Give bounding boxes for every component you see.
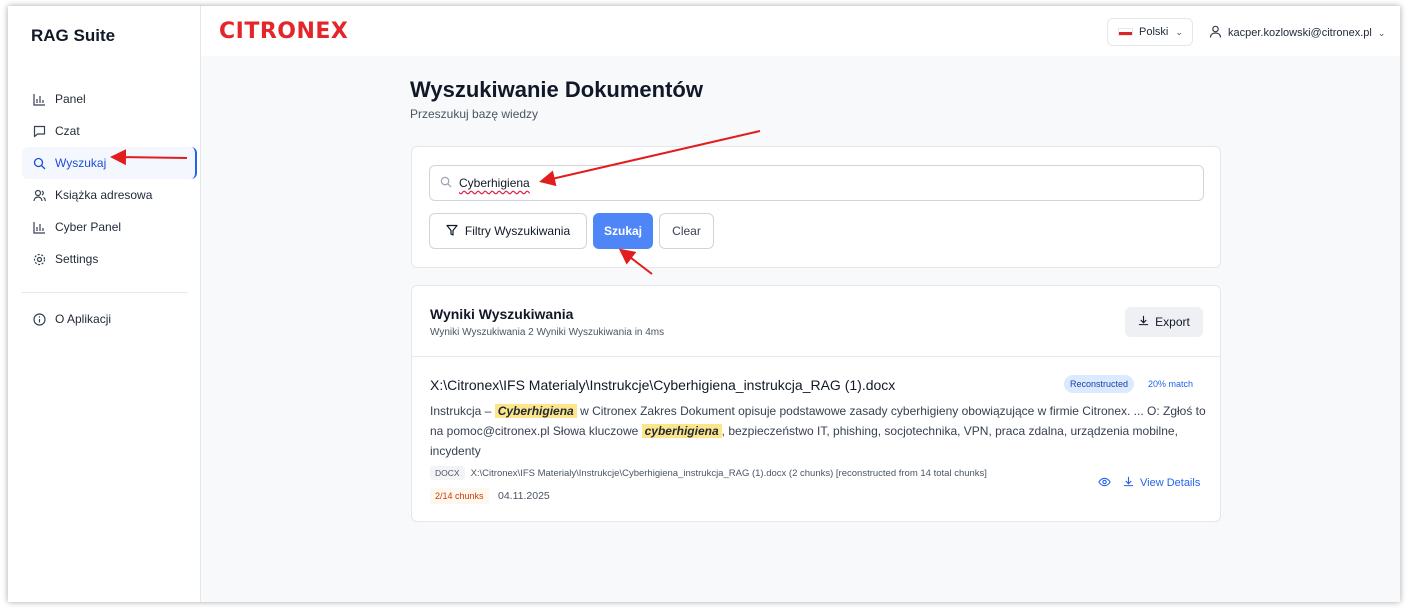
sidebar-item-settings[interactable]: Settings <box>22 243 197 275</box>
eye-icon[interactable] <box>1098 477 1111 490</box>
top-bar: CITRONEX Polski ⌄ kacper.kozlowski@citro… <box>201 6 1400 56</box>
sidebar-divider <box>22 292 188 293</box>
result-meta-path: X:\Citronex\IFS Materialy\Instrukcje\Cyb… <box>470 467 987 479</box>
export-label: Export <box>1155 315 1190 329</box>
chunks-badge: 2/14 chunks <box>430 488 489 504</box>
sidebar-item-label: Panel <box>55 92 86 106</box>
view-details-group: View Details <box>1098 476 1200 490</box>
bar-chart-icon <box>32 220 46 234</box>
view-details-link[interactable]: View Details <box>1140 477 1200 489</box>
sidebar-item-label: Settings <box>55 252 99 266</box>
sidebar-nav: Panel Czat Wyszukaj Książka adresowa Cyb… <box>22 83 197 275</box>
match-score: 20% match <box>1148 379 1194 389</box>
chevron-down-icon: ⌄ <box>1175 26 1183 37</box>
result-snippet: Instrukcja – Cyberhigiena w Citronex Zak… <box>430 401 1210 461</box>
search-filters-button[interactable]: Filtry Wyszukiwania <box>429 213 587 249</box>
snippet-text: Instrukcja – <box>430 404 492 418</box>
download-icon <box>1138 315 1149 329</box>
search-icon <box>32 156 46 170</box>
poland-flag-icon <box>1118 28 1133 36</box>
sidebar-item-panel[interactable]: Panel <box>22 83 197 115</box>
filter-icon <box>446 224 458 239</box>
sidebar-about-section: O Aplikacji <box>22 303 197 335</box>
search-input-value: Cyberhigiena <box>459 176 530 190</box>
search-icon <box>440 176 452 191</box>
result-meta: DOCX X:\Citronex\IFS Materialy\Instrukcj… <box>430 466 987 480</box>
download-icon[interactable] <box>1123 476 1134 490</box>
chat-icon <box>32 124 46 138</box>
gear-icon <box>32 252 46 266</box>
sidebar-item-wyszukaj[interactable]: Wyszukaj <box>22 147 197 179</box>
chevron-down-icon: ⌄ <box>1377 27 1386 38</box>
snippet-highlight: cyberhigiena <box>641 424 722 438</box>
app-window: RAG Suite Panel Czat Wyszukaj Książka ad… <box>8 6 1400 602</box>
search-panel: Cyberhigiena Filtry Wyszukiwania Szukaj … <box>411 146 1221 268</box>
page-title: Wyszukiwanie Dokumentów <box>410 77 703 102</box>
app-title: RAG Suite <box>31 26 116 45</box>
export-button[interactable]: Export <box>1125 307 1203 337</box>
sidebar-item-label: Czat <box>55 124 80 138</box>
users-icon <box>32 188 46 202</box>
info-icon <box>32 312 46 326</box>
sidebar-item-cyber-panel[interactable]: Cyber Panel <box>22 211 197 243</box>
search-input[interactable]: Cyberhigiena <box>429 165 1204 201</box>
sidebar-item-label: Książka adresowa <box>55 188 153 202</box>
sidebar-item-o-aplikacji[interactable]: O Aplikacji <box>22 303 197 335</box>
language-selector[interactable]: Polski ⌄ <box>1107 18 1193 46</box>
sidebar-item-label: Wyszukaj <box>55 156 107 170</box>
reconstructed-badge: Reconstructed <box>1064 375 1135 393</box>
results-divider <box>412 356 1220 357</box>
bar-chart-icon <box>32 92 46 106</box>
sidebar-item-ksiazka-adresowa[interactable]: Książka adresowa <box>22 179 197 211</box>
search-filters-label: Filtry Wyszukiwania <box>464 224 571 238</box>
result-date: 04.11.2025 <box>498 490 550 502</box>
clear-button[interactable]: Clear <box>659 213 714 249</box>
snippet-highlight: Cyberhigiena <box>494 404 577 418</box>
search-button[interactable]: Szukaj <box>593 213 653 249</box>
file-type-badge: DOCX <box>430 466 465 480</box>
results-summary: Wyniki Wyszukiwania 2 Wyniki Wyszukiwani… <box>430 327 665 338</box>
sidebar-item-label: Cyber Panel <box>55 220 122 234</box>
results-panel: Wyniki Wyszukiwania Wyniki Wyszukiwania … <box>411 285 1221 522</box>
user-menu[interactable]: kacper.kozlowski@citronex.pl ⌄ <box>1209 25 1385 41</box>
sidebar-item-czat[interactable]: Czat <box>22 115 197 147</box>
language-label: Polski <box>1139 26 1169 38</box>
main-content: CITRONEX Polski ⌄ kacper.kozlowski@citro… <box>201 6 1400 602</box>
company-logo: CITRONEX <box>219 19 349 44</box>
page-subtitle: Przeszukuj bazę wiedzy <box>410 107 539 121</box>
result-title[interactable]: X:\Citronex\IFS Materialy\Instrukcje\Cyb… <box>430 377 895 393</box>
user-email: kacper.kozlowski@citronex.pl <box>1228 27 1372 39</box>
sidebar-item-label: O Aplikacji <box>55 312 112 326</box>
sidebar: RAG Suite Panel Czat Wyszukaj Książka ad… <box>8 6 201 602</box>
results-title: Wyniki Wyszukiwania <box>430 306 574 322</box>
user-icon <box>1209 25 1222 41</box>
